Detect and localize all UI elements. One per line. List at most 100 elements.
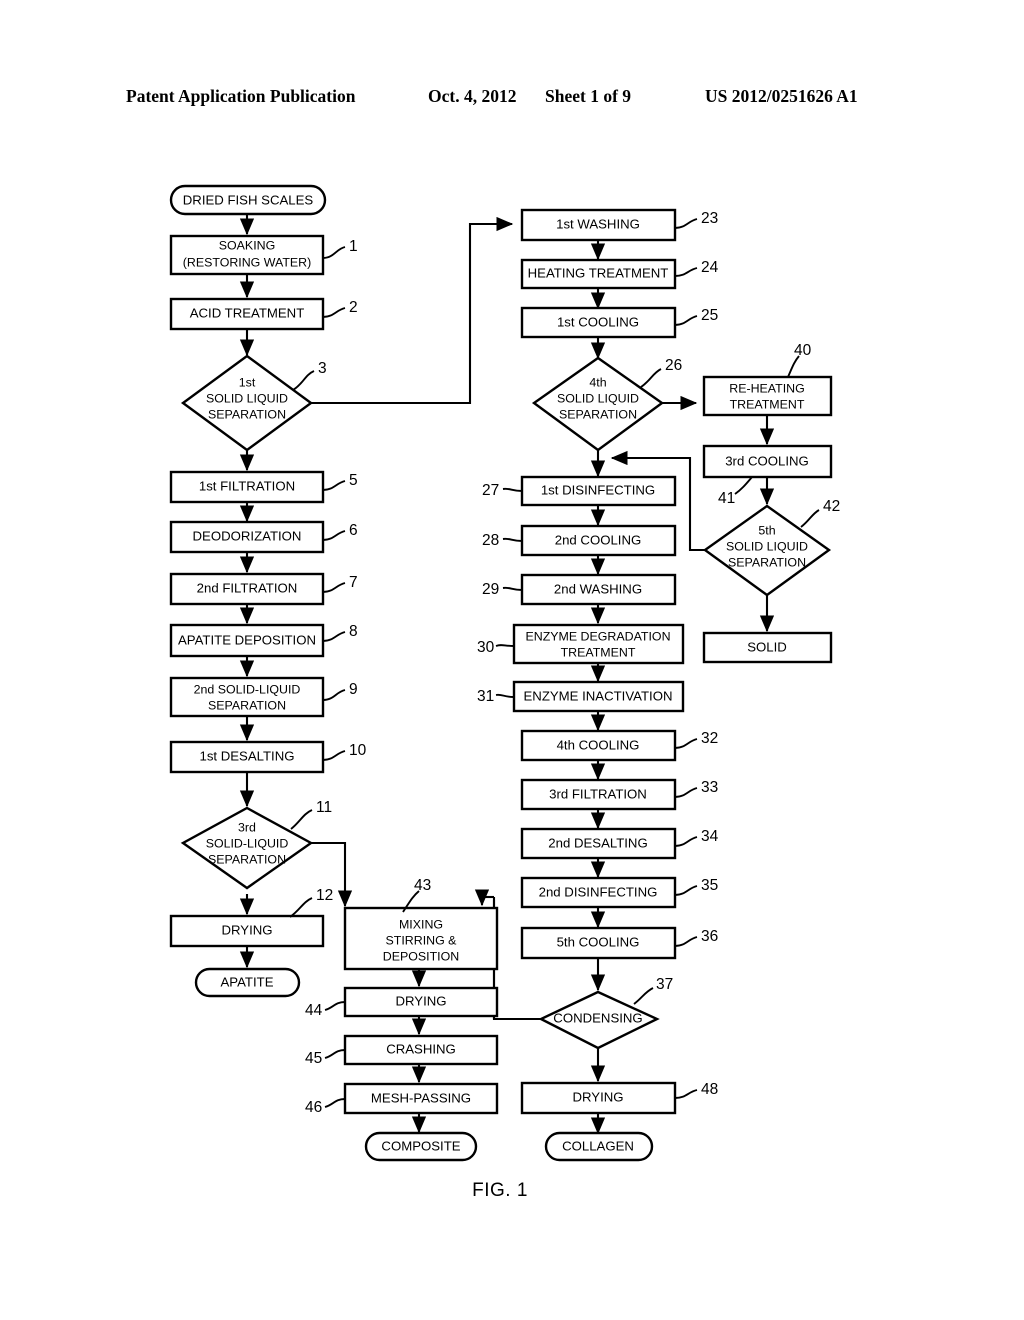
svg-text:SOLID-LIQUID: SOLID-LIQUID bbox=[206, 836, 289, 850]
node-label: 5th COOLING bbox=[557, 934, 640, 949]
node-2nd-cooling: 2nd COOLING 28 bbox=[482, 524, 677, 557]
node-label: 2nd DESALTING bbox=[548, 835, 647, 850]
node-composite-output: COMPOSITE bbox=[364, 1131, 478, 1162]
ref-number-31: 31 bbox=[477, 688, 494, 705]
node-soaking: SOAKING (RESTORING WATER) 1 bbox=[169, 234, 358, 276]
node-enzyme-inactivation: ENZYME INACTIVATION 31 bbox=[477, 680, 685, 713]
node-label: CONDENSING bbox=[553, 1010, 642, 1025]
node-dried-fish-scales: DRIED FISH SCALES bbox=[169, 184, 327, 216]
ref-number-43: 43 bbox=[414, 877, 431, 894]
node-label: 1st COOLING bbox=[557, 314, 639, 329]
ref-number-36: 36 bbox=[701, 928, 718, 945]
svg-text:ENZYME DEGRADATION: ENZYME DEGRADATION bbox=[525, 629, 670, 643]
node-label: 2nd DISINFECTING bbox=[539, 884, 658, 899]
ref-number-3: 3 bbox=[318, 360, 327, 377]
node-1st-cooling: 1st COOLING 25 bbox=[520, 306, 718, 339]
ref-number-8: 8 bbox=[349, 623, 358, 640]
ref-number-27: 27 bbox=[482, 482, 499, 499]
node-4th-solid-liquid-separation: 4th SOLID LIQUID SEPARATION 26 bbox=[531, 356, 682, 452]
svg-text:DEPOSITION: DEPOSITION bbox=[383, 949, 459, 963]
svg-text:SEPARATION: SEPARATION bbox=[208, 698, 286, 712]
ref-number-7: 7 bbox=[349, 574, 358, 591]
node-label: 4th COOLING bbox=[557, 737, 640, 752]
node-drying-collagen: DRYING 48 bbox=[520, 1081, 718, 1115]
node-label: ENZYME INACTIVATION bbox=[524, 688, 673, 703]
node-drying-composite: DRYING 44 bbox=[305, 986, 499, 1019]
node-2nd-disinfecting: 2nd DISINFECTING 35 bbox=[520, 876, 718, 909]
node-collagen-output: COLLAGEN bbox=[544, 1131, 654, 1162]
node-label: DRIED FISH SCALES bbox=[183, 192, 314, 207]
ref-number-23: 23 bbox=[701, 210, 718, 227]
node-5th-cooling: 5th COOLING 36 bbox=[520, 926, 718, 960]
node-3rd-solid-liquid-separation: 3rd SOLID-LIQUID SEPARATION 11 bbox=[180, 799, 332, 890]
ref-number-1: 1 bbox=[349, 238, 358, 255]
svg-text:SEPARATION: SEPARATION bbox=[208, 852, 286, 866]
node-label: APATITE bbox=[221, 974, 274, 989]
node-label: 1st DESALTING bbox=[199, 748, 294, 763]
svg-text:TREATMENT: TREATMENT bbox=[561, 645, 636, 659]
node-5th-solid-liquid-separation: 5th SOLID LIQUID SEPARATION 42 bbox=[702, 498, 840, 597]
svg-text:SEPARATION: SEPARATION bbox=[559, 407, 637, 421]
node-mesh-passing: MESH-PASSING 46 bbox=[305, 1082, 499, 1116]
node-acid-treatment: ACID TREATMENT 2 bbox=[169, 297, 358, 331]
node-label: 1st WASHING bbox=[556, 216, 640, 231]
node-label: DEODORIZATION bbox=[193, 528, 302, 543]
svg-text:3rd: 3rd bbox=[238, 820, 256, 834]
svg-text:SOLID LIQUID: SOLID LIQUID bbox=[557, 391, 639, 405]
svg-text:MIXING: MIXING bbox=[399, 917, 443, 931]
ref-number-37: 37 bbox=[656, 976, 673, 993]
figure-caption: FIG. 1 bbox=[472, 1180, 528, 1201]
ref-number-25: 25 bbox=[701, 307, 718, 324]
node-label: 2nd FILTRATION bbox=[197, 580, 298, 595]
ref-number-9: 9 bbox=[349, 681, 358, 698]
ref-number-29: 29 bbox=[482, 581, 499, 598]
node-label: DRYING bbox=[221, 922, 272, 937]
ref-number-44: 44 bbox=[305, 1002, 323, 1019]
node-1st-washing: 1st WASHING 23 bbox=[520, 208, 718, 242]
node-mixing-stirring-deposition: MIXING STIRRING & DEPOSITION 43 bbox=[343, 877, 499, 971]
ref-number-6: 6 bbox=[349, 522, 358, 539]
node-label: COLLAGEN bbox=[562, 1138, 634, 1153]
node-drying-apatite: DRYING 12 bbox=[169, 887, 333, 948]
node-deodorization: DEODORIZATION 6 bbox=[169, 520, 358, 554]
svg-text:STIRRING &: STIRRING & bbox=[386, 933, 458, 947]
svg-text:SOAKING: SOAKING bbox=[219, 238, 275, 252]
node-2nd-filtration: 2nd FILTRATION 7 bbox=[169, 572, 358, 606]
ref-number-40: 40 bbox=[794, 342, 812, 359]
ref-number-2: 2 bbox=[349, 299, 358, 316]
ref-number-41: 41 bbox=[718, 490, 735, 507]
node-label: MESH-PASSING bbox=[371, 1090, 471, 1105]
node-label: COMPOSITE bbox=[381, 1138, 460, 1153]
ref-number-32: 32 bbox=[701, 730, 718, 747]
node-label: 1st DISINFECTING bbox=[541, 482, 655, 497]
node-1st-disinfecting: 1st DISINFECTING 27 bbox=[482, 475, 677, 507]
node-4th-cooling: 4th COOLING 32 bbox=[520, 729, 718, 762]
ref-number-45: 45 bbox=[305, 1050, 322, 1067]
ref-number-35: 35 bbox=[701, 877, 718, 894]
ref-number-10: 10 bbox=[349, 742, 367, 759]
node-label: ACID TREATMENT bbox=[190, 305, 305, 320]
ref-number-5: 5 bbox=[349, 472, 358, 489]
svg-text:5th: 5th bbox=[758, 523, 775, 537]
ref-number-30: 30 bbox=[477, 639, 495, 656]
svg-text:4th: 4th bbox=[589, 375, 606, 389]
connectors bbox=[239, 213, 775, 1135]
node-solid-output: SOLID bbox=[702, 631, 833, 664]
svg-text:SOLID LIQUID: SOLID LIQUID bbox=[726, 539, 808, 553]
node-enzyme-degradation-treatment: ENZYME DEGRADATION TREATMENT 30 bbox=[477, 623, 685, 665]
node-label: CRASHING bbox=[386, 1041, 456, 1056]
node-label: HEATING TREATMENT bbox=[528, 265, 669, 280]
node-crashing: CRASHING 45 bbox=[305, 1034, 499, 1067]
node-label: APATITE DEPOSITION bbox=[178, 632, 316, 647]
patent-figure-page: Patent Application Publication Oct. 4, 2… bbox=[0, 0, 1024, 1320]
ref-number-46: 46 bbox=[305, 1099, 322, 1116]
node-2nd-desalting: 2nd DESALTING 34 bbox=[520, 827, 719, 860]
node-label: 2nd COOLING bbox=[555, 532, 642, 547]
node-re-heating-treatment: RE-HEATING TREATMENT 40 bbox=[702, 342, 833, 417]
node-3rd-filtration: 3rd FILTRATION 33 bbox=[520, 778, 718, 811]
ref-number-11: 11 bbox=[316, 799, 332, 816]
node-apatite-output: APATITE bbox=[194, 967, 301, 998]
svg-text:SEPARATION: SEPARATION bbox=[728, 555, 806, 569]
node-1st-desalting: 1st DESALTING 10 bbox=[169, 740, 367, 774]
ref-number-34: 34 bbox=[701, 828, 719, 845]
